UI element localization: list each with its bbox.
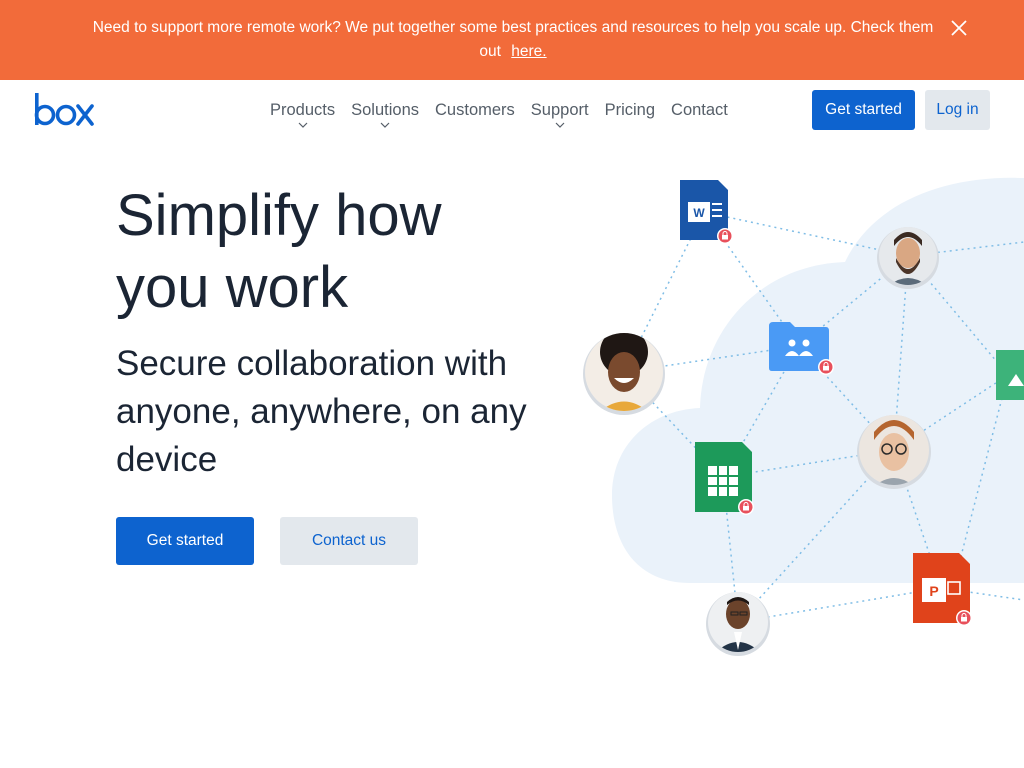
svg-text:P: P — [929, 583, 938, 599]
login-button[interactable]: Log in — [925, 90, 990, 130]
nav-item-contact[interactable]: Contact — [671, 100, 728, 124]
avatar-man-glasses — [857, 415, 931, 489]
nav-item-label: Solutions — [351, 101, 420, 119]
nav-item-pricing[interactable]: Pricing — [605, 100, 655, 124]
spreadsheet-icon — [695, 442, 754, 515]
banner-message-container: Need to support more remote work? We put… — [90, 16, 936, 64]
avatar-man-suit — [706, 592, 770, 656]
chevron-down-icon — [380, 122, 390, 128]
image-file-icon — [996, 350, 1024, 400]
nav-item-label: Pricing — [604, 101, 656, 119]
lock-icon — [738, 499, 754, 515]
close-icon[interactable] — [949, 18, 969, 38]
word-doc-icon: W — [680, 180, 733, 244]
banner-link[interactable]: here. — [511, 43, 546, 60]
nav-menu: Products Solutions Customers Support Pri… — [270, 100, 744, 128]
get-started-button[interactable]: Get started — [812, 90, 915, 130]
top-navigation: Products Solutions Customers Support Pri… — [0, 80, 1024, 140]
lock-icon — [717, 228, 733, 244]
hero-get-started-button[interactable]: Get started — [116, 517, 254, 565]
nav-item-customers[interactable]: Customers — [435, 100, 515, 124]
nav-item-support[interactable]: Support — [530, 100, 589, 128]
chevron-down-icon — [555, 122, 565, 128]
shared-folder-icon — [769, 322, 834, 375]
nav-item-products[interactable]: Products — [270, 100, 336, 128]
hero-title: Simplify how you work — [116, 183, 442, 320]
lock-icon — [956, 610, 972, 626]
contact-us-button[interactable]: Contact us — [280, 517, 418, 565]
nav-item-label: Products — [270, 101, 336, 119]
lock-icon — [818, 359, 834, 375]
nav-item-label: Support — [530, 101, 589, 119]
hero-subtitle: Secure collaboration with anyone, anywhe… — [116, 344, 527, 479]
chevron-down-icon — [298, 122, 307, 128]
avatar-woman-smiling — [583, 333, 665, 415]
powerpoint-icon: P — [913, 553, 972, 626]
collaboration-illustration: W P — [583, 177, 1024, 656]
announcement-banner: Need to support more remote work? We put… — [0, 0, 1024, 80]
svg-text:W: W — [693, 206, 705, 220]
cloud-background — [612, 177, 1024, 583]
nav-item-label: Contact — [671, 101, 728, 119]
nav-item-solutions[interactable]: Solutions — [351, 100, 420, 128]
nav-item-label: Customers — [435, 101, 515, 119]
box-logo[interactable] — [33, 92, 95, 128]
